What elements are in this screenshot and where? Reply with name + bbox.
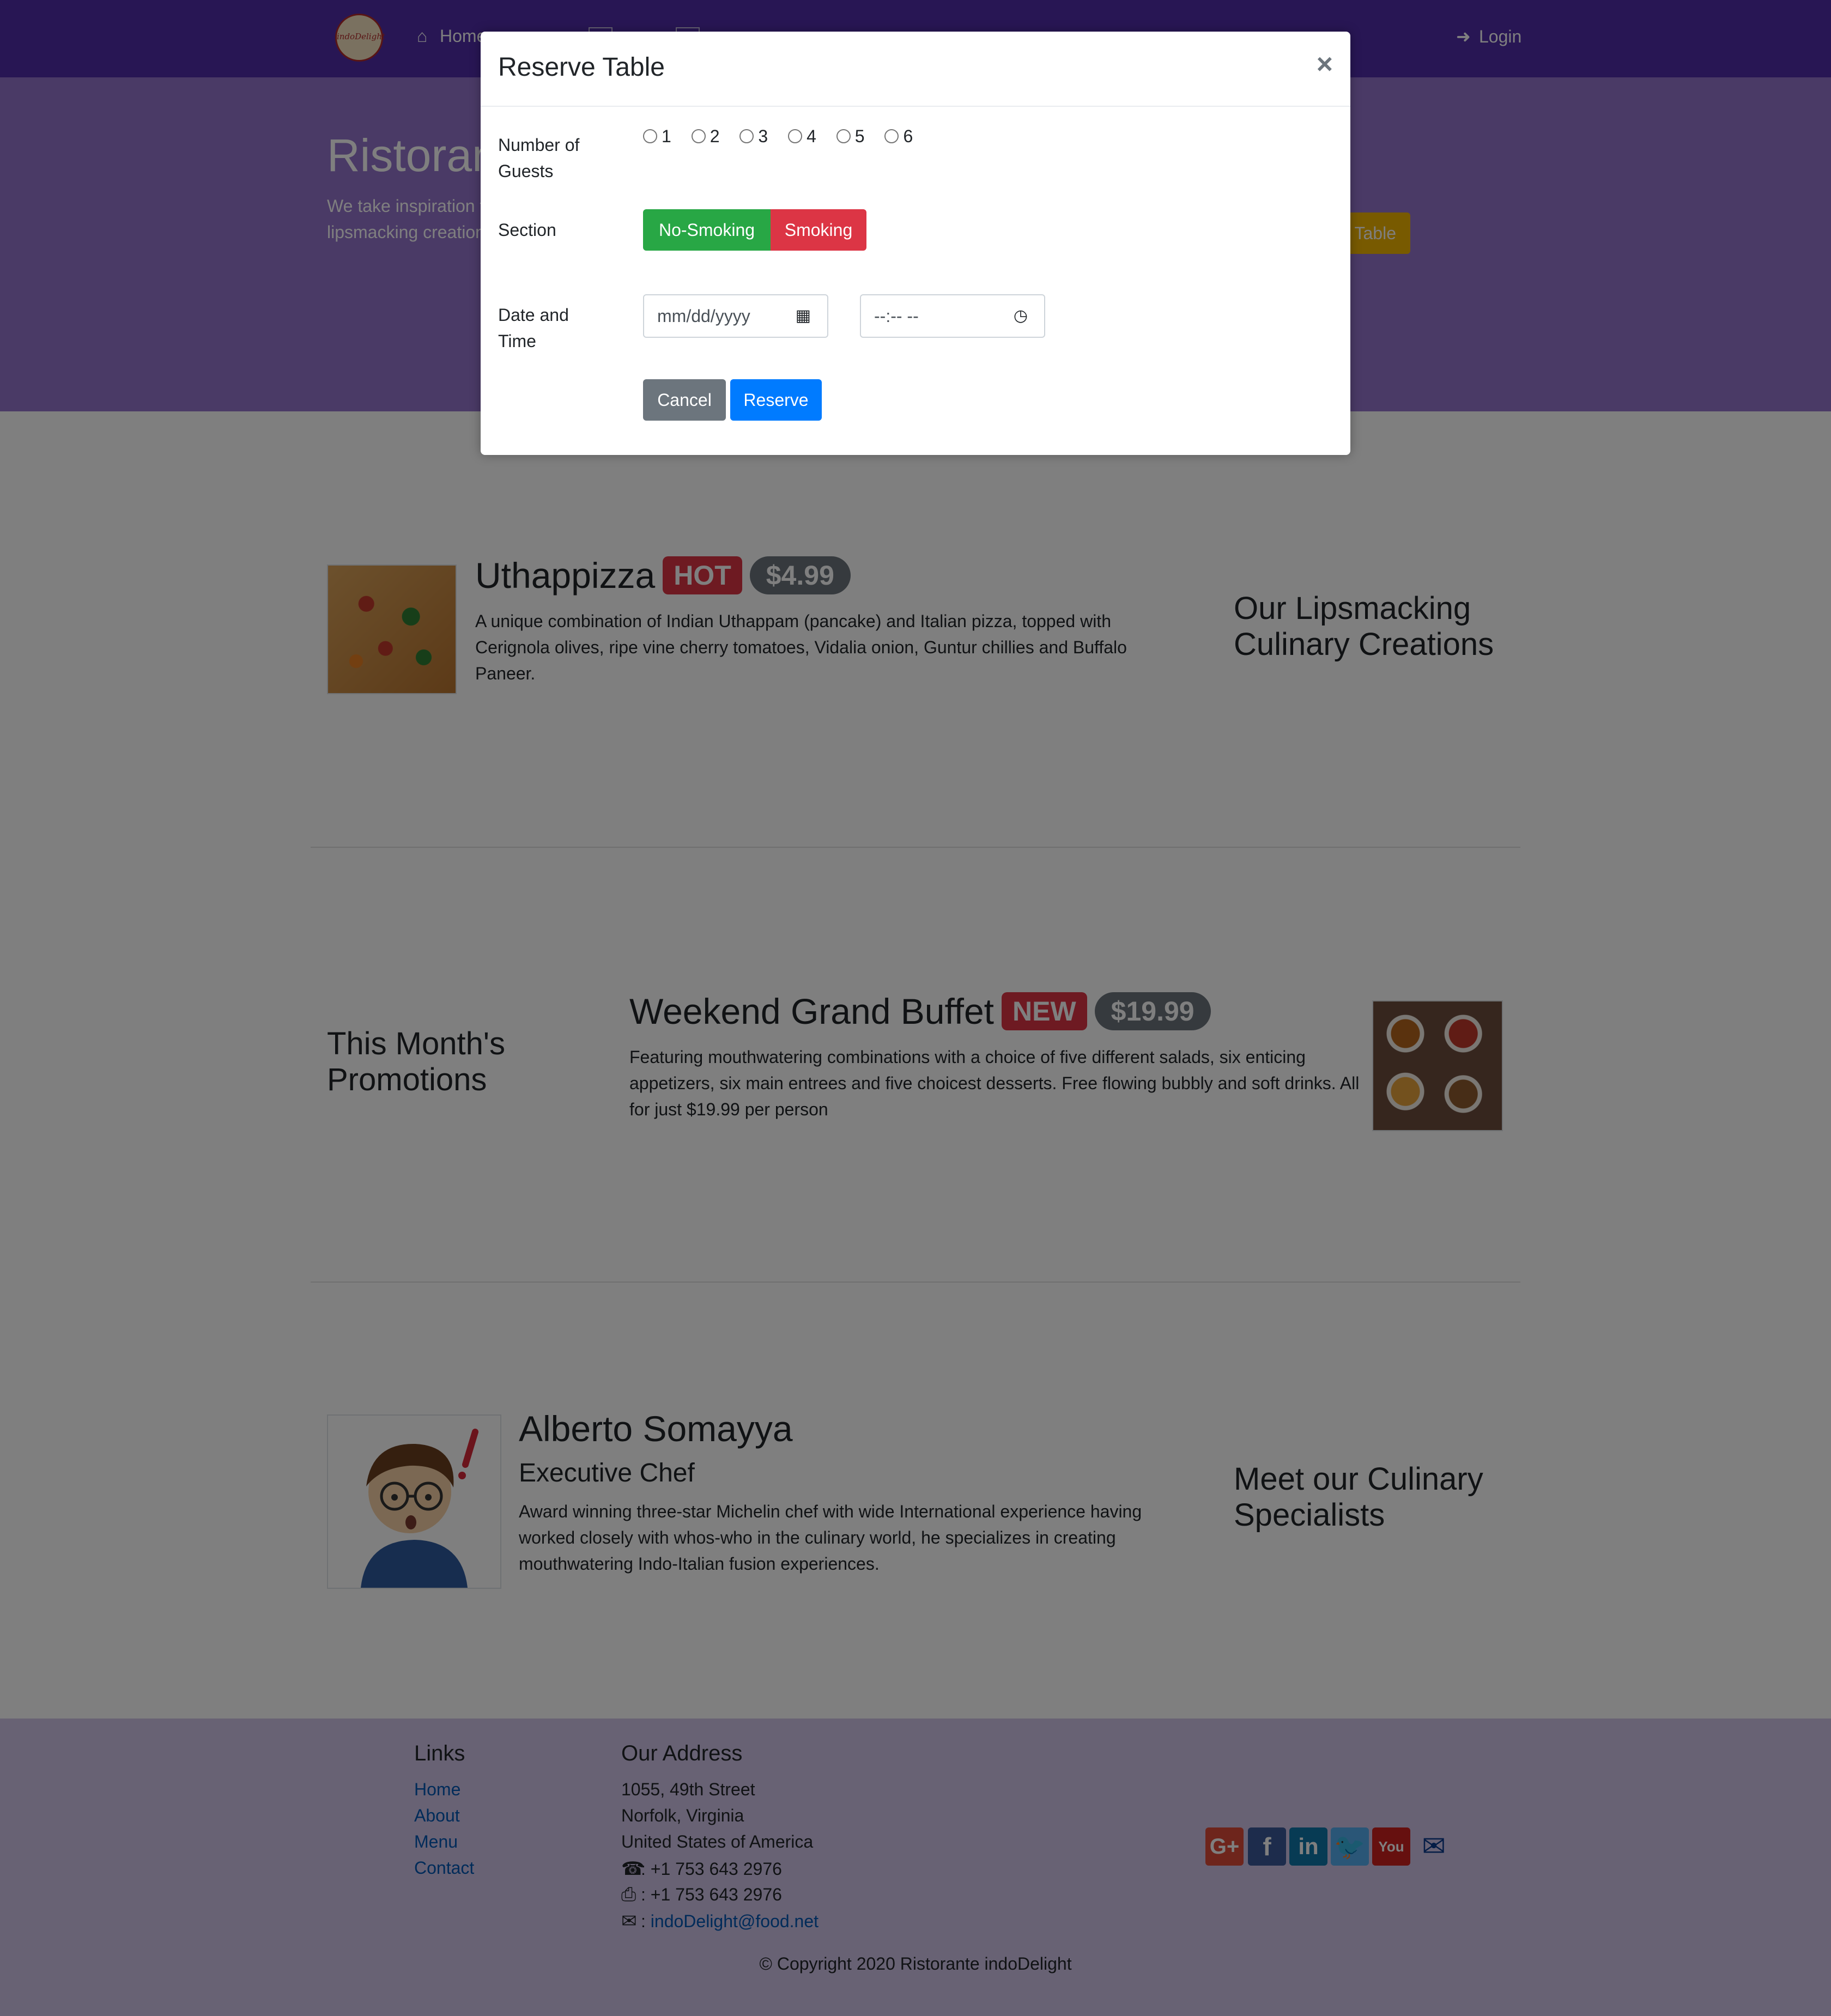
guests-option-1[interactable]: 1	[643, 126, 671, 147]
radio-label: 5	[854, 126, 865, 146]
date-placeholder: mm/dd/yyyy	[657, 306, 750, 326]
no-smoking-toggle[interactable]: No-Smoking	[643, 209, 771, 251]
radio-label: 4	[807, 126, 816, 146]
date-input[interactable]: mm/dd/yyyy ▦	[643, 294, 828, 338]
page: indoDelight ⌂Home ➜Login Ristorante indo…	[0, 0, 1831, 2016]
radio-button[interactable]	[788, 129, 803, 143]
guests-option-6[interactable]: 6	[884, 126, 913, 147]
guests-option-2[interactable]: 2	[691, 126, 720, 147]
guests-option-4[interactable]: 4	[788, 126, 816, 147]
smoking-toggle[interactable]: Smoking	[771, 209, 866, 251]
guests-option-3[interactable]: 3	[739, 126, 768, 147]
radio-button[interactable]	[643, 129, 657, 143]
radio-label: 2	[710, 126, 720, 146]
guests-label: Number of Guests	[498, 135, 580, 181]
radio-button[interactable]	[739, 129, 754, 143]
guests-option-5[interactable]: 5	[836, 126, 865, 147]
radio-label: 3	[758, 126, 768, 146]
section-label: Section	[498, 220, 556, 240]
guests-radio-group: 1 2 3 4 5 6	[643, 126, 928, 147]
time-input[interactable]: --:-- -- ◷	[860, 294, 1045, 338]
radio-button[interactable]	[836, 129, 851, 143]
radio-label: 6	[903, 126, 913, 146]
radio-button[interactable]	[884, 129, 899, 143]
radio-button[interactable]	[691, 129, 706, 143]
clock-icon[interactable]: ◷	[1014, 295, 1028, 337]
cancel-button[interactable]: Cancel	[643, 379, 726, 421]
modal-title: Reserve Table	[498, 53, 665, 82]
datetime-label: Date and Time	[498, 305, 569, 351]
reserve-table-modal: Reserve Table × Number of Guests 1 2 3 4…	[481, 32, 1350, 455]
reserve-button[interactable]: Reserve	[730, 379, 822, 421]
time-placeholder: --:-- --	[874, 306, 919, 326]
modal-header: Reserve Table ×	[481, 32, 1350, 107]
calendar-icon[interactable]: ▦	[796, 295, 811, 337]
close-icon[interactable]: ×	[1317, 48, 1333, 81]
radio-label: 1	[662, 126, 671, 146]
